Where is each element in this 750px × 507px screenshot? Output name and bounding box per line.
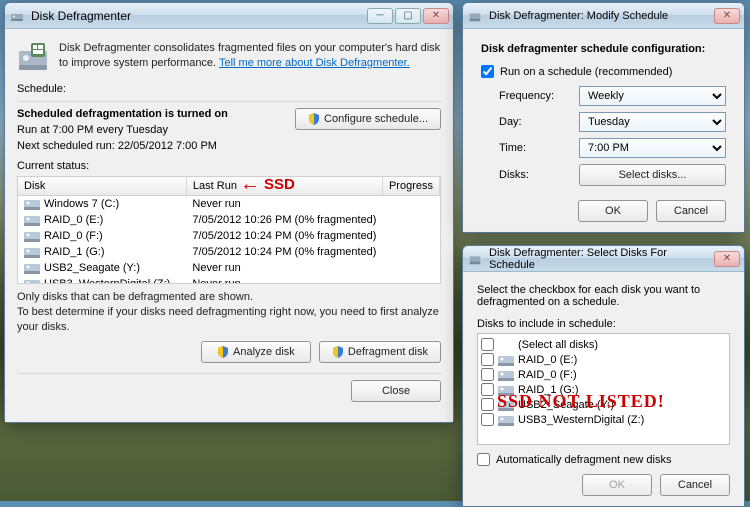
- ok-button[interactable]: OK: [582, 474, 652, 496]
- sched-status: Scheduled defragmentation is turned on: [17, 108, 228, 120]
- close-button[interactable]: ✕: [714, 251, 740, 267]
- table-row[interactable]: RAID_0 (F:)7/05/2012 10:24 PM (0% fragme…: [18, 228, 440, 244]
- list-item[interactable]: RAID_1 (G:): [481, 382, 726, 397]
- ok-button[interactable]: OK: [578, 200, 648, 222]
- list-label: Disks to include in schedule:: [477, 318, 730, 330]
- window-title: Disk Defragmenter: Select Disks For Sche…: [489, 247, 714, 271]
- cancel-button[interactable]: Cancel: [660, 474, 730, 496]
- disk-checkbox[interactable]: [481, 413, 494, 426]
- window-title: Disk Defragmenter: [31, 9, 367, 23]
- maximize-button[interactable]: ▢: [395, 8, 421, 24]
- defragment-button[interactable]: Defragment disk: [319, 341, 441, 363]
- select-all-item[interactable]: (Select all disks): [481, 337, 726, 352]
- auto-defrag-checkbox[interactable]: Automatically defragment new disks: [477, 453, 730, 466]
- day-select[interactable]: Tuesday: [579, 112, 726, 132]
- table-row[interactable]: USB3_WesternDigital (Z:)Never run: [18, 276, 440, 284]
- run-schedule-check-input[interactable]: [481, 65, 494, 78]
- intro-text: Disk Defragmenter consolidates fragmente…: [59, 41, 441, 73]
- help-line-1: Only disks that can be defragmented are …: [17, 290, 441, 305]
- status-label: Current status:: [17, 160, 441, 172]
- close-button[interactable]: ✕: [714, 8, 740, 24]
- learn-more-link[interactable]: Tell me more about Disk Defragmenter.: [219, 57, 410, 69]
- col-disk[interactable]: Disk: [18, 177, 186, 196]
- time-select[interactable]: 7:00 PM: [579, 138, 726, 158]
- disk-checkbox[interactable]: [481, 368, 494, 381]
- col-progress[interactable]: Progress: [382, 177, 439, 196]
- col-last[interactable]: Last Run: [186, 177, 382, 196]
- defrag-icon: [467, 8, 483, 24]
- day-label: Day:: [499, 116, 579, 128]
- select-all-checkbox[interactable]: [481, 338, 494, 351]
- close-button[interactable]: ✕: [423, 8, 449, 24]
- disk-checkbox[interactable]: [481, 398, 494, 411]
- drive-icon: [17, 41, 49, 73]
- list-item[interactable]: USB3_WesternDigital (Z:): [481, 412, 726, 427]
- sched-time: Run at 7:00 PM every Tuesday: [17, 124, 228, 136]
- titlebar[interactable]: Disk Defragmenter: Select Disks For Sche…: [463, 246, 744, 272]
- table-row[interactable]: USB2_Seagate (Y:)Never run: [18, 260, 440, 276]
- time-label: Time:: [499, 142, 579, 154]
- table-row[interactable]: RAID_1 (G:)7/05/2012 10:24 PM (0% fragme…: [18, 244, 440, 260]
- auto-defrag-check-input[interactable]: [477, 453, 490, 466]
- configure-schedule-button[interactable]: Configure schedule...: [295, 108, 441, 130]
- list-item[interactable]: RAID_0 (E:): [481, 352, 726, 367]
- analyze-button[interactable]: Analyze disk: [201, 341, 311, 363]
- run-schedule-checkbox[interactable]: Run on a schedule (recommended): [481, 65, 726, 78]
- disk-defragmenter-window: Disk Defragmenter ─ ▢ ✕ Disk Defragmente…: [4, 2, 454, 423]
- config-heading: Disk defragmenter schedule configuration…: [481, 43, 726, 55]
- list-item[interactable]: USB2_Seagate (Y:): [481, 397, 726, 412]
- frequency-select[interactable]: Weekly: [579, 86, 726, 106]
- titlebar[interactable]: Disk Defragmenter ─ ▢ ✕: [5, 3, 453, 29]
- table-row[interactable]: Windows 7 (C:)Never run: [18, 196, 440, 213]
- modify-schedule-dialog: Disk Defragmenter: Modify Schedule ✕ Dis…: [462, 2, 745, 233]
- disk-table[interactable]: Disk Last Run Progress Windows 7 (C:)Nev…: [17, 176, 441, 284]
- defrag-icon: [9, 8, 25, 24]
- shield-icon: [308, 113, 320, 125]
- disk-checkbox[interactable]: [481, 353, 494, 366]
- disks-label: Disks:: [499, 169, 579, 181]
- instructions: Select the checkbox for each disk you wa…: [477, 284, 730, 308]
- schedule-label: Schedule:: [17, 83, 441, 95]
- help-line-2: To best determine if your disks need def…: [17, 305, 441, 335]
- select-disks-dialog: Disk Defragmenter: Select Disks For Sche…: [462, 245, 745, 507]
- window-title: Disk Defragmenter: Modify Schedule: [489, 10, 714, 22]
- minimize-button[interactable]: ─: [367, 8, 393, 24]
- table-row[interactable]: RAID_0 (E:)7/05/2012 10:26 PM (0% fragme…: [18, 212, 440, 228]
- close-window-button[interactable]: Close: [351, 380, 441, 402]
- next-run: Next scheduled run: 22/05/2012 7:00 PM: [17, 140, 228, 152]
- list-item[interactable]: RAID_0 (F:): [481, 367, 726, 382]
- frequency-label: Frequency:: [499, 90, 579, 102]
- disk-checklist[interactable]: (Select all disks) RAID_0 (E:)RAID_0 (F:…: [477, 333, 730, 445]
- defrag-icon: [467, 251, 483, 267]
- titlebar[interactable]: Disk Defragmenter: Modify Schedule ✕: [463, 3, 744, 29]
- cancel-button[interactable]: Cancel: [656, 200, 726, 222]
- disk-checkbox[interactable]: [481, 383, 494, 396]
- shield-icon: [217, 346, 229, 358]
- select-disks-button[interactable]: Select disks...: [579, 164, 726, 186]
- shield-icon: [332, 346, 344, 358]
